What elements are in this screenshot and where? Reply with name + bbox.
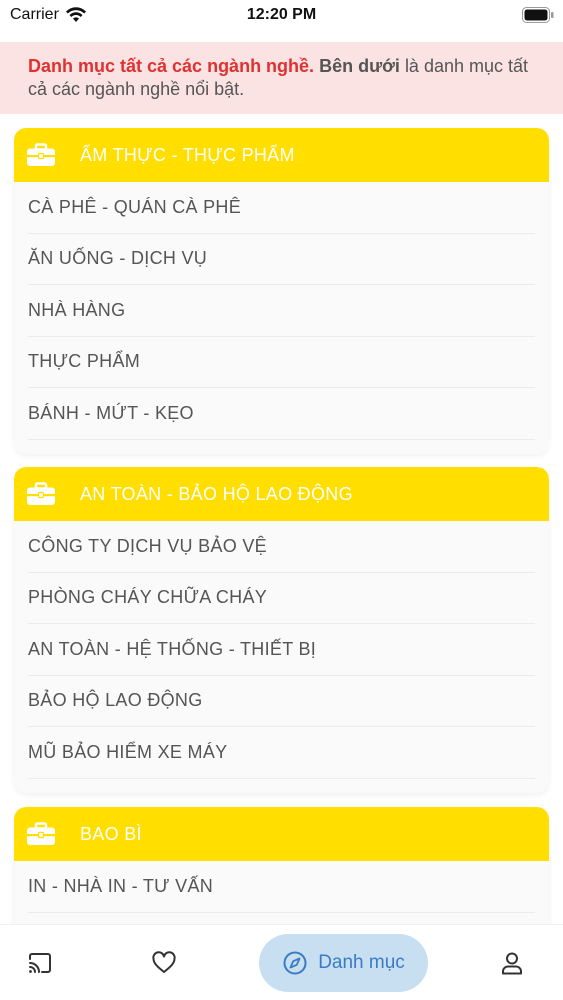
battery-icon [522, 7, 554, 23]
list-item[interactable]: CÀ PHÊ - QUÁN CÀ PHÊ [28, 182, 535, 234]
list-item[interactable]: BẢO HỘ LAO ĐỘNG [28, 676, 535, 727]
card-footer-space [14, 779, 549, 793]
category-title: AN TOÀN - BẢO HỘ LAO ĐỘNG [80, 483, 353, 504]
tab-cast[interactable] [20, 925, 60, 1000]
tab-categories-label: Danh mục [318, 952, 405, 973]
status-time: 12:20 PM [246, 6, 317, 23]
user-icon [502, 952, 522, 975]
category-header[interactable]: ẨM THỰC - THỰC PHẨM [14, 128, 549, 182]
compass-icon [283, 951, 307, 975]
list-item[interactable]: NHÀ HÀNG [28, 285, 535, 337]
category-header[interactable]: BAO BÌ [14, 807, 549, 861]
status-bar: Carrier 12:20 PM [0, 0, 563, 32]
list-item[interactable]: AN TOÀN - HỆ THỐNG - THIẾT BỊ [28, 624, 535, 676]
list-item[interactable] [28, 913, 535, 925]
briefcase-icon [27, 482, 55, 505]
tab-favorites[interactable] [144, 925, 184, 1000]
category-list[interactable]: ẨM THỰC - THỰC PHẨM CÀ PHÊ - QUÁN CÀ PHÊ… [0, 114, 563, 924]
heart-icon [152, 951, 176, 973]
notice-bold: Bên dưới [319, 56, 400, 76]
card-footer-space [14, 440, 549, 454]
notice-banner: Danh mục tất cả các ngành nghề. Bên dưới… [0, 42, 563, 114]
category-card-am-thuc: ẨM THỰC - THỰC PHẨM CÀ PHÊ - QUÁN CÀ PHÊ… [14, 128, 549, 454]
list-item[interactable]: BÁNH - MỨT - KẸO [28, 388, 535, 440]
list-item[interactable]: IN - NHÀ IN - TƯ VẤN [28, 861, 535, 913]
category-header[interactable]: AN TOÀN - BẢO HỘ LAO ĐỘNG [14, 467, 549, 521]
notice-highlight: Danh mục tất cả các ngành nghề. [28, 56, 315, 76]
list-item[interactable]: PHÒNG CHÁY CHỮA CHÁY [28, 573, 535, 624]
briefcase-icon [27, 143, 55, 166]
category-card-bao-bi: BAO BÌ IN - NHÀ IN - TƯ VẤN [14, 807, 549, 924]
category-title: BAO BÌ [80, 823, 142, 844]
list-item[interactable]: CÔNG TY DỊCH VỤ BẢO VỆ [28, 521, 535, 573]
briefcase-icon [27, 822, 55, 845]
category-card-an-toan: AN TOÀN - BẢO HỘ LAO ĐỘNG CÔNG TY DỊCH V… [14, 467, 549, 793]
list-item[interactable]: MŨ BẢO HIỂM XE MÁY [28, 727, 535, 779]
list-item[interactable]: ĂN UỐNG - DỊCH VỤ [28, 234, 535, 285]
tab-categories[interactable]: Danh mục [259, 934, 428, 992]
tab-profile[interactable] [492, 925, 532, 1000]
tab-bar: Danh mục [0, 924, 563, 1000]
category-title: ẨM THỰC - THỰC PHẨM [80, 144, 295, 165]
cast-icon [29, 953, 51, 973]
list-item[interactable]: THỰC PHẨM [28, 337, 535, 388]
